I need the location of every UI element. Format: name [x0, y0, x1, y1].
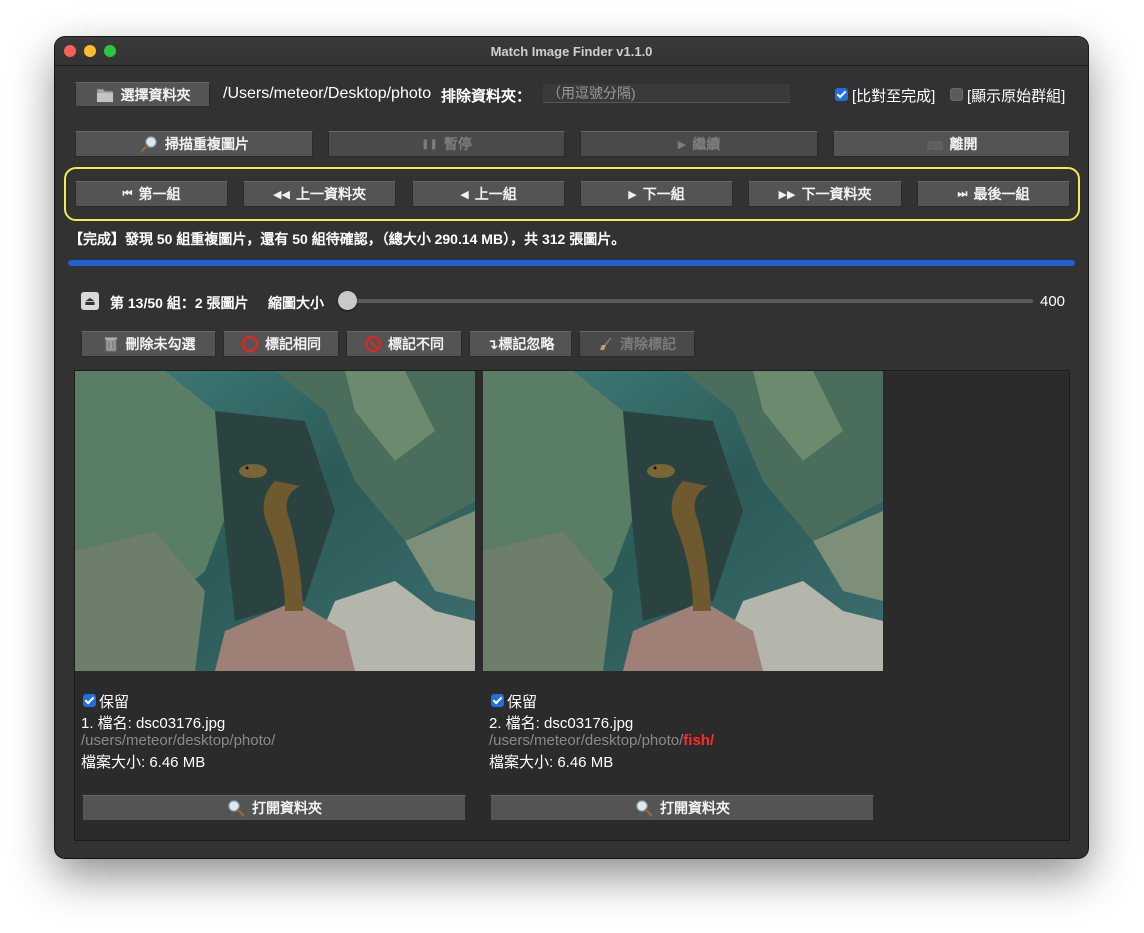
window-title: Match Image Finder v1.1.0: [490, 44, 653, 59]
title-bar: Match Image Finder v1.1.0: [55, 37, 1088, 66]
next-folder-label: 下一資料夾: [801, 186, 872, 202]
filepath-2-extra: fish/: [683, 732, 715, 749]
keep-label-1: 保留: [99, 694, 130, 711]
thumb-size-slider-knob[interactable]: [338, 291, 357, 310]
filename-2: 2. 檔名: dsc03176.jpg: [489, 715, 634, 732]
exit-icon: [926, 137, 944, 151]
skip-last-icon: ⏭: [957, 187, 968, 200]
open-folder-label-2: 打開資料夾: [660, 800, 730, 816]
image-thumbnail[interactable]: [483, 371, 883, 671]
prohibited-icon: [364, 335, 382, 353]
pause-label: 暫停: [443, 136, 472, 152]
image-thumbnail[interactable]: [75, 371, 475, 671]
show-original-group-label: [顯示原始群組]: [967, 88, 1066, 105]
scan-progress-bar: [68, 260, 1075, 266]
clear-marks-label: 清除標記: [620, 336, 676, 352]
mark-different-button[interactable]: 標記不同: [346, 331, 462, 357]
keep-checkbox-1[interactable]: [83, 694, 96, 707]
select-folder-button[interactable]: 選擇資料夾: [75, 82, 210, 107]
mark-different-label: 標記不同: [388, 336, 444, 352]
next-folder-button[interactable]: ▶▶ 下一資料夾: [748, 181, 902, 207]
folder-path: /Users/meteor/Desktop/photo: [223, 85, 432, 102]
prev-group-button[interactable]: ◀ 上一組: [412, 181, 565, 207]
exclude-folder-placeholder: （用逗號分隔): [547, 85, 636, 101]
last-group-button[interactable]: ⏭ 最後一組: [917, 181, 1070, 207]
scan-duplicates-button[interactable]: 掃描重複圖片: [75, 131, 313, 157]
delete-unchecked-button[interactable]: 刪除未勾選: [81, 331, 216, 357]
resume-button[interactable]: ▶ 繼續: [580, 131, 818, 157]
exit-label: 離開: [949, 136, 978, 152]
group-info: 第 13/50 組：2 張圖片: [110, 295, 249, 311]
magnifier-icon: [139, 135, 159, 153]
keep-label-2: 保留: [507, 694, 538, 711]
compare-all-label: [比對至完成]: [852, 88, 936, 105]
skip-first-icon: ⏮: [122, 187, 133, 200]
photo-2-moray-eel: [483, 371, 883, 671]
show-original-group-checkbox[interactable]: [950, 88, 963, 101]
image-compare-panel: 保留 1. 檔名: dsc03176.jpg /users/meteor/des…: [74, 370, 1070, 841]
photo-1-moray-eel: [75, 371, 475, 671]
exclude-folder-label: 排除資料夾：: [441, 88, 532, 105]
app-window: Match Image Finder v1.1.0 選擇資料夾 /Users/m…: [55, 37, 1088, 858]
pause-icon: ❚❚: [421, 138, 438, 150]
compare-all-checkbox[interactable]: [835, 88, 848, 101]
folder-icon: [95, 86, 115, 104]
first-group-label: 第一組: [138, 186, 181, 202]
prev-group-label: 上一組: [474, 186, 517, 202]
rewind-icon: ◀◀: [273, 188, 290, 201]
red-circle-icon: [241, 335, 259, 353]
prev-folder-label: 上一資料夾: [295, 186, 366, 202]
play-icon: ▶: [677, 138, 687, 151]
first-group-button[interactable]: ⏮ 第一組: [75, 181, 228, 207]
delete-unchecked-label: 刪除未勾選: [125, 336, 196, 352]
prev-icon: ◀: [460, 188, 469, 201]
scan-progress-fill: [68, 260, 1075, 266]
fast-forward-icon: ▶▶: [778, 188, 796, 201]
exclude-folder-input[interactable]: （用逗號分隔): [543, 84, 790, 103]
filesize-2: 檔案大小: 6.46 MB: [489, 754, 614, 771]
last-group-label: 最後一組: [973, 186, 1030, 202]
status-message: 【完成】發現 50 組重複圖片，還有 50 組待確認，（總大小 290.14 M…: [69, 231, 626, 247]
keep-checkbox-2[interactable]: [491, 694, 504, 707]
next-group-button[interactable]: ▶ 下一組: [580, 181, 733, 207]
open-folder-button-1[interactable]: 打開資料夾: [82, 795, 466, 821]
exit-button[interactable]: 離開: [833, 131, 1070, 157]
filename-1: 1. 檔名: dsc03176.jpg: [81, 715, 226, 732]
thumb-size-slider-track[interactable]: [348, 299, 1033, 303]
next-icon: ▶: [628, 188, 637, 201]
mark-same-button[interactable]: 標記相同: [223, 331, 339, 357]
clear-marks-button[interactable]: 清除標記: [579, 331, 695, 357]
pause-button[interactable]: ❚❚ 暫停: [328, 131, 565, 157]
mark-ignore-button[interactable]: ↴標記忽略: [469, 331, 572, 357]
open-folder-label-1: 打開資料夾: [252, 800, 322, 816]
filepath-2-base: /users/meteor/desktop/photo/: [489, 732, 684, 749]
select-folder-label: 選擇資料夾: [120, 86, 191, 103]
broom-icon: [598, 336, 614, 352]
prev-folder-button[interactable]: ◀◀ 上一資料夾: [243, 181, 396, 207]
magnifier-icon: [634, 799, 654, 817]
scan-label: 掃描重複圖片: [165, 136, 249, 152]
thumb-size-value: 400: [1040, 293, 1066, 310]
mark-same-label: 標記相同: [265, 336, 321, 352]
trash-icon: [102, 335, 120, 353]
filepath-1: /users/meteor/desktop/photo/: [81, 732, 276, 749]
mark-ignore-label: ↴標記忽略: [486, 336, 555, 352]
next-group-label: 下一組: [642, 186, 685, 202]
open-folder-button-2[interactable]: 打開資料夾: [490, 795, 874, 821]
thumb-size-label: 縮圖大小: [268, 295, 324, 311]
resume-label: 繼續: [692, 136, 721, 152]
filesize-1: 檔案大小: 6.46 MB: [81, 754, 206, 771]
magnifier-icon: [226, 799, 246, 817]
eject-icon[interactable]: ⏏: [81, 292, 99, 310]
filepath-2: /users/meteor/desktop/photo/fish/: [489, 732, 714, 749]
